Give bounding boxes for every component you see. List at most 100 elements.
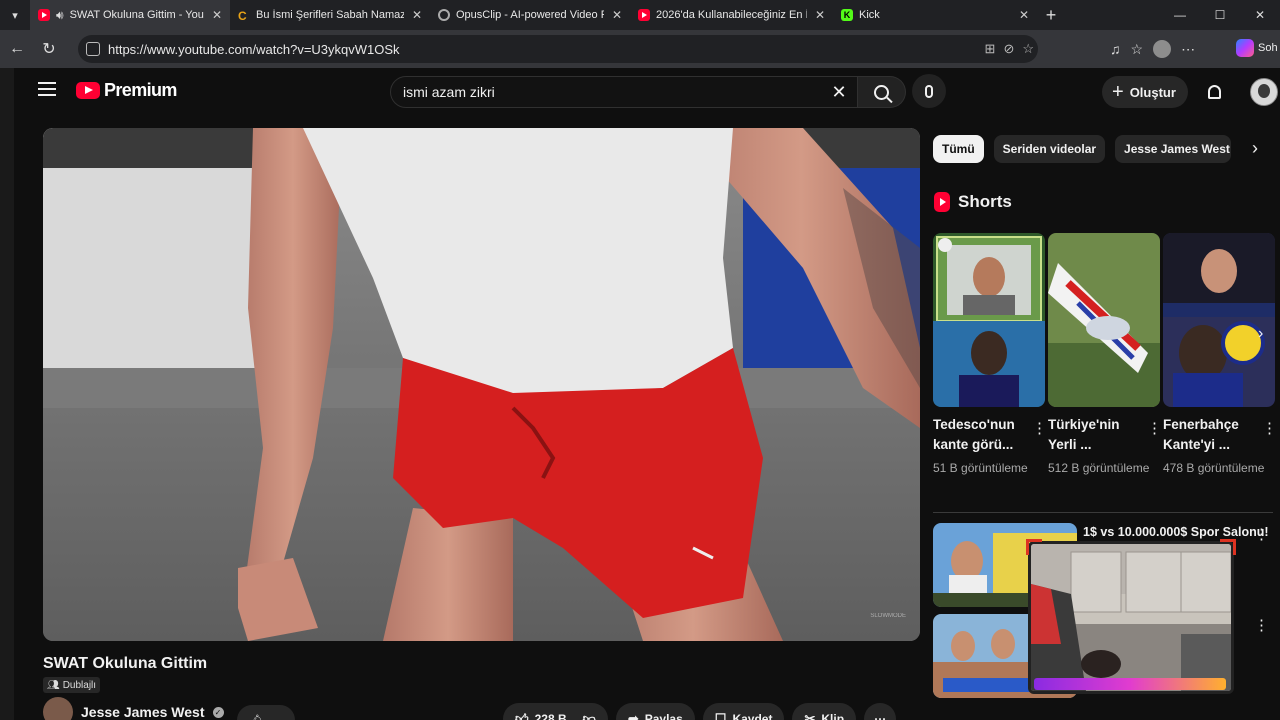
more-vert-icon[interactable]: ⋮ <box>1147 419 1162 437</box>
account-avatar[interactable] <box>1250 78 1278 106</box>
close-icon[interactable]: ✕ <box>612 8 622 22</box>
youtube-icon <box>638 9 650 21</box>
bell-icon: 🔔︎ <box>250 714 264 720</box>
browser-tab[interactable]: K Kick ✕ <box>833 0 1037 30</box>
browser-window: ▾ 🔊︎ SWAT Okuluna Gittim - YouTube ✕ C B… <box>0 0 1280 720</box>
video-player[interactable]: SLOWMODE <box>43 128 920 641</box>
thumbs-up-icon: 👍︎ <box>515 711 529 720</box>
microphone-icon <box>925 84 933 98</box>
tab-list-chevron-icon[interactable]: ▾ <box>0 0 30 30</box>
copilot-icon <box>1236 39 1254 57</box>
create-button[interactable]: + Oluştur <box>1102 76 1188 108</box>
save-button[interactable]: ☐ Kaydet <box>702 703 785 720</box>
tab-title: OpusClip - AI-powered Video Repurposing <box>456 9 604 21</box>
recommendation-title[interactable]: 1$ vs 10.000.000$ Spor Salonu! <box>1083 525 1269 539</box>
short-item[interactable]: Fenerbahçe Kante'yi ... 478 B görüntülem… <box>1163 233 1277 477</box>
clip-button[interactable]: ✂ Klip <box>792 703 857 720</box>
more-actions-button[interactable]: ⋯ <box>864 703 897 720</box>
minimize-icon[interactable]: — <box>1160 0 1200 30</box>
logo-text: Premium <box>104 80 177 100</box>
close-icon[interactable]: ✕ <box>815 8 825 22</box>
voice-search-button[interactable] <box>912 74 946 108</box>
thumbs-down-icon[interactable]: 👎︎ <box>583 711 596 720</box>
short-title[interactable]: Türkiye'nin Yerli ... <box>1048 415 1134 455</box>
dubbed-label: Dublajlı <box>62 679 97 691</box>
like-button[interactable]: 👍︎ 228 B 👎︎ <box>503 703 608 720</box>
clear-search-icon[interactable]: ✕ <box>827 81 851 105</box>
short-item[interactable]: Türkiye'nin Yerli ... 512 B görüntüleme … <box>1048 233 1162 477</box>
channel-avatar[interactable] <box>43 697 73 720</box>
search-input[interactable] <box>391 84 801 100</box>
short-title[interactable]: Tedesco'nun kante görü... <box>933 415 1019 455</box>
more-vert-icon[interactable]: ⋮ <box>1032 419 1047 437</box>
site-info-icon[interactable] <box>86 42 100 56</box>
chevron-right-icon[interactable]: › <box>1258 325 1280 353</box>
more-vert-icon[interactable]: ⋮ <box>1254 525 1269 543</box>
webcam-frame <box>1028 541 1234 694</box>
more-vert-icon[interactable]: ⋮ <box>1254 616 1269 634</box>
search-button[interactable] <box>858 76 906 108</box>
url-text: https://www.youtube.com/watch?v=U3ykqvW1… <box>108 41 400 57</box>
short-thumbnail[interactable] <box>1163 233 1275 407</box>
notifications-button[interactable] <box>1202 78 1226 106</box>
extensions-icon[interactable]: ♫ <box>1110 41 1121 57</box>
browser-tab[interactable]: 🔊︎ SWAT Okuluna Gittim - YouTube ✕ <box>30 0 230 30</box>
like-count: 228 B <box>534 712 567 720</box>
tracking-prevention-icon[interactable]: ⊘ <box>1003 41 1014 57</box>
shorts-logo-icon <box>934 192 950 212</box>
save-playlist-icon: ☐ <box>714 711 727 720</box>
window-close-icon[interactable]: ✕ <box>1240 0 1280 30</box>
chip-all[interactable]: Tümü <box>933 135 984 163</box>
chip-series[interactable]: Seriden videolar <box>993 135 1106 163</box>
window-controls: — ☐ ✕ <box>1160 0 1280 30</box>
video-watermark: SLOWMODE <box>870 613 906 619</box>
video-frame <box>43 128 920 641</box>
short-thumbnail[interactable] <box>1048 233 1160 407</box>
browser-tab[interactable]: C Bu İsmi Şerifleri Sabah Namazından ✕ <box>230 0 430 30</box>
short-thumbnail[interactable] <box>933 233 1045 407</box>
close-icon[interactable]: ✕ <box>412 8 422 22</box>
youtube-header: Premium ✕ + Oluştur <box>14 68 1280 118</box>
chevron-down-icon: ⌄ <box>272 714 281 720</box>
webcam-overlay <box>1026 539 1236 694</box>
app-grid-icon[interactable]: ⊞ <box>985 41 996 57</box>
search-box: ✕ <box>390 76 858 108</box>
new-tab-plus-icon[interactable]: + <box>1037 5 1065 26</box>
plus-icon: + <box>1112 81 1124 103</box>
profile-icon[interactable] <box>1153 40 1172 58</box>
youtube-premium-logo[interactable]: Premium <box>76 80 177 101</box>
create-label: Oluştur <box>1129 84 1176 100</box>
close-icon[interactable]: ✕ <box>212 8 222 22</box>
browser-tab[interactable]: 2026'da Kullanabileceğiniz En İyi Ü ✕ <box>630 0 833 30</box>
browser-toolbar: ♫ ☆ ⋯ <box>1110 34 1195 64</box>
close-icon[interactable]: ✕ <box>1019 8 1029 22</box>
chip-channel[interactable]: Jesse James West ad <box>1115 135 1232 163</box>
copilot-button[interactable]: Soh <box>1236 39 1278 57</box>
tab-title: Bu İsmi Şerifleri Sabah Namazından <box>256 9 404 21</box>
subscription-bell-button[interactable]: 🔔︎ ⌄ <box>237 705 295 720</box>
tab-title: 2026'da Kullanabileceğiniz En İyi Ü <box>656 9 807 21</box>
reload-icon[interactable]: ↻ <box>34 34 64 64</box>
short-item[interactable]: Tedesco'nun kante görü... 51 B görüntüle… <box>933 233 1047 477</box>
channel-name[interactable]: Jesse James West <box>81 704 205 720</box>
speaker-icon[interactable]: 🔊︎ <box>56 8 64 23</box>
browser-tab[interactable]: OpusClip - AI-powered Video Repurposing … <box>430 0 630 30</box>
share-button[interactable]: ➦ Paylaş <box>615 703 695 720</box>
verified-check-icon: ✓ <box>212 706 224 718</box>
short-title[interactable]: Fenerbahçe Kante'yi ... <box>1163 415 1249 455</box>
more-menu-icon[interactable]: ⋯ <box>1181 41 1195 58</box>
back-arrow-icon[interactable]: ← <box>2 34 32 64</box>
chevron-right-icon[interactable]: › <box>1243 138 1267 162</box>
clip-label: Klip <box>821 712 845 720</box>
more-vert-icon[interactable]: ⋮ <box>1262 419 1277 437</box>
left-edge <box>0 68 14 720</box>
tab-title: SWAT Okuluna Gittim - YouTube <box>69 9 204 21</box>
bell-icon <box>1207 85 1221 99</box>
youtube-logo-icon <box>76 82 100 99</box>
url-field[interactable]: https://www.youtube.com/watch?v=U3ykqvW1… <box>78 35 1038 63</box>
hamburger-menu-icon[interactable] <box>38 82 56 96</box>
share-label: Paylaş <box>644 712 683 720</box>
favorite-star-icon[interactable]: ☆ <box>1022 41 1034 57</box>
maximize-icon[interactable]: ☐ <box>1200 0 1240 30</box>
favorites-icon[interactable]: ☆ <box>1131 41 1144 58</box>
